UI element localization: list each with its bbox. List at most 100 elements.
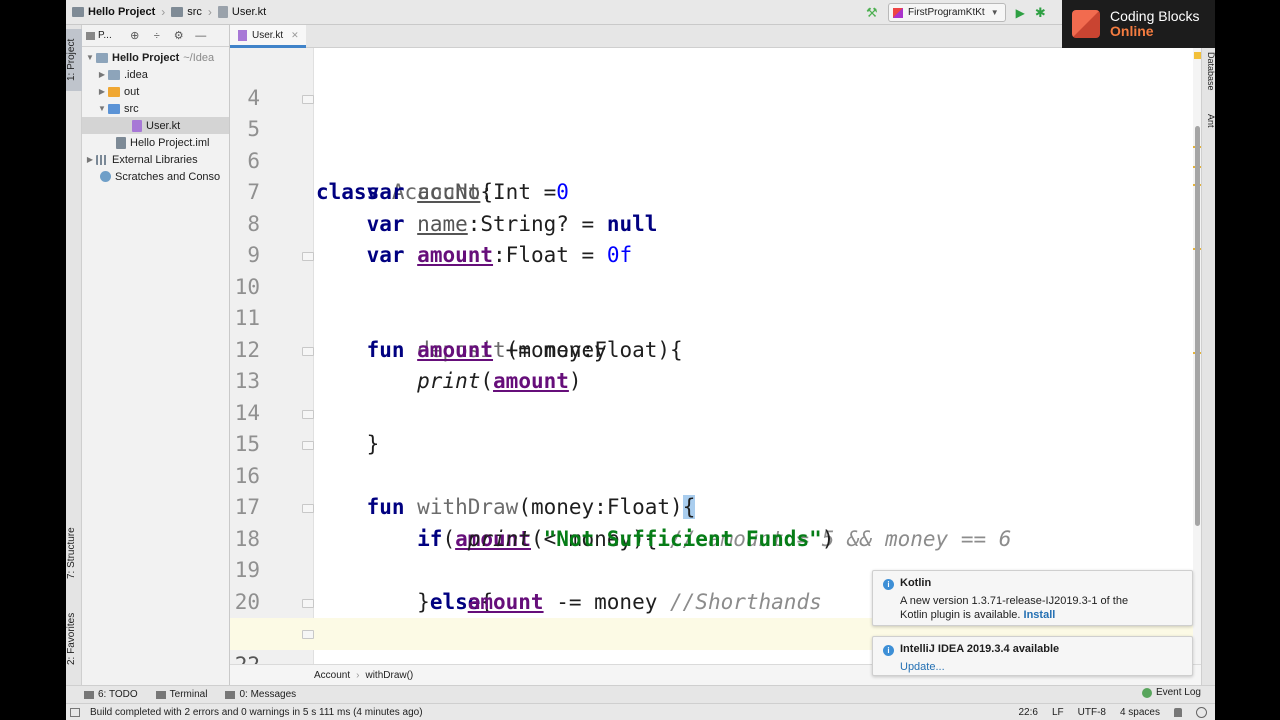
- tab-project[interactable]: 1: Project: [66, 29, 82, 91]
- messages-tool-button[interactable]: 0: Messages: [225, 689, 296, 700]
- code-line: 4: [230, 51, 1193, 110]
- breadcrumb-file[interactable]: User.kt: [232, 6, 266, 18]
- tab-user-kt[interactable]: User.kt ✕: [230, 25, 306, 48]
- brand-line2: Online: [1110, 23, 1154, 39]
- event-log-button[interactable]: Event Log: [1141, 687, 1201, 698]
- code-breadcrumb-class[interactable]: Account: [314, 670, 350, 681]
- tab-ant[interactable]: Ant: [1202, 106, 1215, 136]
- collapse-icon[interactable]: ÷: [148, 30, 166, 42]
- scratches-icon: [100, 171, 111, 182]
- code-line: 13 }: [230, 335, 1193, 456]
- left-tool-stripe: 1: Project 7: Structure 2: Favorites: [66, 25, 82, 685]
- chevron-right-icon[interactable]: ▶: [96, 70, 108, 79]
- lock-icon[interactable]: [1174, 708, 1182, 717]
- notification-title: Kotlin: [900, 577, 932, 589]
- brand-line1: Coding Blocks: [1110, 8, 1200, 24]
- fold-marker-icon[interactable]: [302, 441, 314, 450]
- update-link[interactable]: Update...: [900, 661, 945, 673]
- fold-marker-icon[interactable]: [302, 504, 314, 513]
- locate-icon[interactable]: ⊕: [126, 29, 144, 42]
- breadcrumb-folder[interactable]: src: [187, 6, 202, 18]
- tab-label: User.kt: [252, 29, 284, 41]
- notification-text: Kotlin plugin is available.: [900, 609, 1021, 621]
- tab-database[interactable]: Database: [1202, 48, 1215, 94]
- code-line: 17 print("Not Sufficient Funds"): [230, 461, 1193, 551]
- notification-text: A new version 1.3.71-release-IJ2019.3-1 …: [900, 595, 1129, 607]
- inspector-face-icon[interactable]: [1196, 707, 1207, 718]
- tree-item-hello-project[interactable]: ▼ Hello Project ~/Idea: [82, 49, 229, 66]
- line-separator[interactable]: LF: [1052, 707, 1064, 718]
- tree-item-idea[interactable]: ▶ .idea: [82, 66, 229, 83]
- warning-indicator-icon[interactable]: [1194, 52, 1201, 59]
- status-message[interactable]: Build completed with 2 errors and 0 warn…: [90, 707, 423, 718]
- tree-item-scratches[interactable]: Scratches and Conso: [82, 168, 229, 185]
- run-configuration-select[interactable]: FirstProgramKtKt ▼: [888, 3, 1006, 22]
- tree-item-user-kt[interactable]: User.kt: [82, 117, 229, 134]
- editor-scrollbar[interactable]: [1193, 48, 1203, 664]
- kotlin-file-icon: [217, 6, 228, 18]
- coding-blocks-logo: Coding Blocks Online: [1062, 0, 1215, 48]
- todo-tool-button[interactable]: 6: TODO: [84, 689, 138, 700]
- breadcrumb: Hello Project › src › User.kt: [66, 0, 266, 25]
- chevron-down-icon[interactable]: ▼: [96, 104, 108, 113]
- tab-favorites[interactable]: 2: Favorites: [66, 603, 82, 675]
- messages-icon: [225, 690, 236, 699]
- idea-update-notification: i IntelliJ IDEA 2019.3.4 available Updat…: [872, 636, 1193, 676]
- code-line: 18 }else{: [230, 492, 1193, 614]
- run-configuration-label: FirstProgramKtKt: [908, 7, 985, 18]
- chevron-right-icon[interactable]: ▶: [96, 87, 108, 96]
- project-panel: P... ⊕ ÷ ⚙ — ▼ Hello Project ~/Idea ▶ .i…: [82, 25, 230, 685]
- install-link[interactable]: Install: [1024, 609, 1056, 621]
- run-toolbar: ⚒ FirstProgramKtKt ▼ ▶ ✱: [866, 3, 1046, 22]
- code-line: 19 amount -= money //Shorthands: [230, 524, 1193, 614]
- breadcrumb-project[interactable]: Hello Project: [88, 6, 155, 18]
- terminal-tool-button[interactable]: Terminal: [155, 689, 208, 700]
- tree-item-iml[interactable]: Hello Project.iml: [82, 134, 229, 151]
- close-icon[interactable]: ✕: [291, 30, 299, 41]
- debug-button[interactable]: ✱: [1035, 5, 1046, 21]
- chevron-right-icon: ›: [356, 669, 360, 681]
- messages-label: 0: Messages: [239, 689, 297, 700]
- list-icon: [84, 690, 94, 699]
- coding-blocks-cube-icon: [1072, 10, 1100, 38]
- tree-item-src[interactable]: ▼ src: [82, 100, 229, 117]
- indent-setting[interactable]: 4 spaces: [1120, 707, 1160, 718]
- ide-window: Hello Project › src › User.kt ⚒ FirstPro…: [66, 0, 1215, 720]
- kotlin-file-icon: [238, 29, 247, 41]
- right-tool-stripe: Database Ant: [1201, 48, 1215, 685]
- scrollbar-thumb[interactable]: [1195, 126, 1200, 526]
- fold-marker-icon[interactable]: [302, 630, 314, 639]
- tree-item-label: Hello Project.iml: [130, 136, 210, 149]
- hide-icon[interactable]: —: [192, 30, 210, 42]
- project-view-select[interactable]: P...: [86, 30, 112, 41]
- fold-marker-icon[interactable]: [302, 346, 314, 356]
- run-button[interactable]: ▶: [1016, 6, 1025, 20]
- library-icon: [96, 154, 108, 165]
- notification-title: IntelliJ IDEA 2019.3.4 available: [900, 643, 1060, 655]
- gear-icon[interactable]: ⚙: [170, 29, 188, 42]
- build-hammer-icon[interactable]: ⚒: [866, 5, 880, 20]
- fold-marker-icon[interactable]: [302, 252, 314, 261]
- fold-marker-icon[interactable]: [302, 409, 314, 419]
- terminal-label: Terminal: [169, 689, 208, 700]
- terminal-icon: [155, 690, 166, 699]
- tree-item-out[interactable]: ▶ out: [82, 83, 229, 100]
- code-breadcrumb-function[interactable]: withDraw(): [365, 670, 413, 681]
- chevron-right-icon[interactable]: ▶: [84, 155, 96, 164]
- tab-structure[interactable]: 7: Structure: [66, 517, 82, 589]
- code-line: 11 amount += money: [230, 272, 1193, 362]
- file-encoding[interactable]: UTF-8: [1078, 707, 1106, 718]
- project-panel-header: P... ⊕ ÷ ⚙ —: [82, 25, 229, 47]
- fold-marker-icon[interactable]: [302, 598, 314, 608]
- project-tree: ▼ Hello Project ~/Idea ▶ .idea ▶ out ▼ s…: [82, 47, 229, 185]
- tree-item-external-libraries[interactable]: ▶ External Libraries: [82, 151, 229, 168]
- code-line: 9: [230, 209, 1193, 267]
- tree-item-label: Hello Project: [112, 51, 180, 64]
- code-line: 8 var amount:Float = 0f: [230, 177, 1193, 268]
- chevron-down-icon[interactable]: ▼: [84, 53, 96, 62]
- todo-label: 6: TODO: [98, 689, 138, 700]
- caret-position[interactable]: 22:6: [1018, 707, 1037, 718]
- folder-icon: [108, 69, 120, 80]
- toggle-tool-windows-icon[interactable]: [70, 708, 80, 717]
- fold-marker-icon[interactable]: [302, 94, 314, 104]
